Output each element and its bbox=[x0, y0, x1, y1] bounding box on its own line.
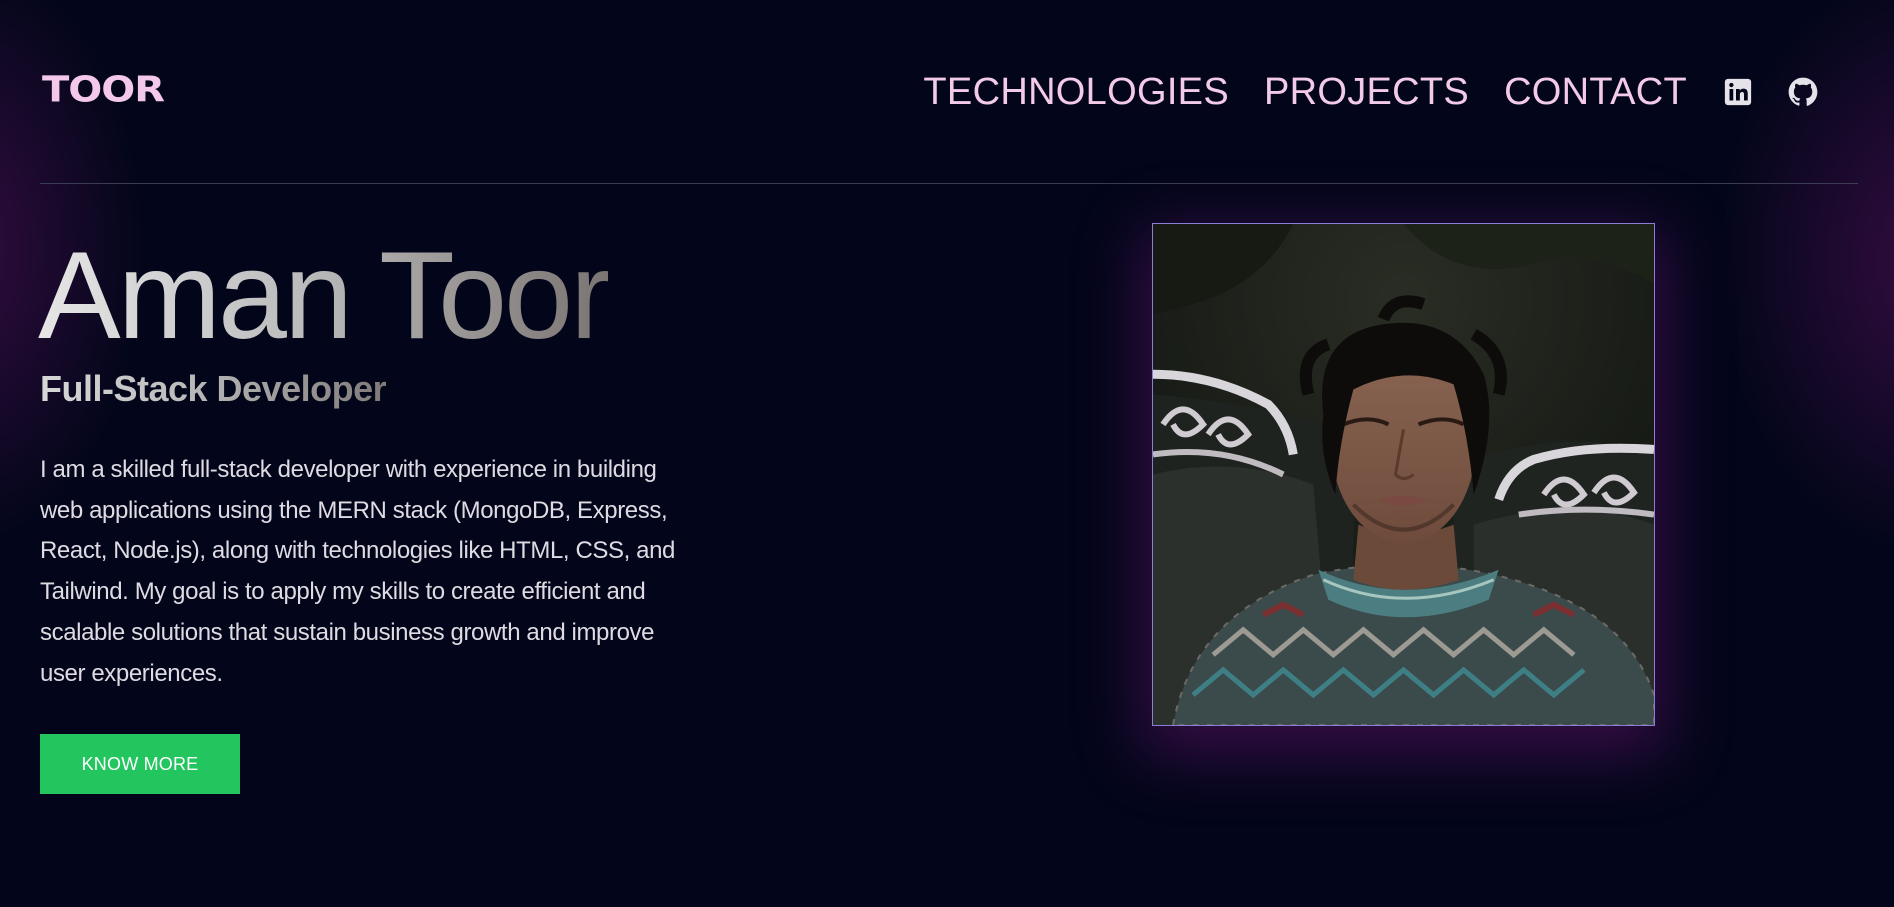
linkedin-icon[interactable] bbox=[1723, 77, 1753, 107]
site-logo[interactable]: TOOR bbox=[42, 72, 165, 108]
hero-bio: I am a skilled full-stack developer with… bbox=[40, 456, 675, 687]
nav-link-projects[interactable]: PROJECTS bbox=[1264, 66, 1469, 118]
main-nav: TECHNOLOGIES PROJECTS CONTACT bbox=[923, 66, 1818, 118]
profile-photo-illustration bbox=[1153, 224, 1654, 725]
portfolio-page: TOOR TECHNOLOGIES PROJECTS CONTACT Aman … bbox=[0, 0, 1894, 907]
nav-link-technologies[interactable]: TECHNOLOGIES bbox=[923, 66, 1229, 118]
header-divider bbox=[40, 183, 1858, 184]
profile-photo bbox=[1152, 223, 1655, 726]
nav-link-contact[interactable]: CONTACT bbox=[1504, 66, 1687, 118]
hero-role: Full-Stack Developer bbox=[40, 365, 387, 413]
hero-name: Aman Toor bbox=[38, 227, 611, 365]
github-icon[interactable] bbox=[1788, 77, 1818, 107]
know-more-button[interactable]: KNOW MORE bbox=[40, 734, 240, 794]
